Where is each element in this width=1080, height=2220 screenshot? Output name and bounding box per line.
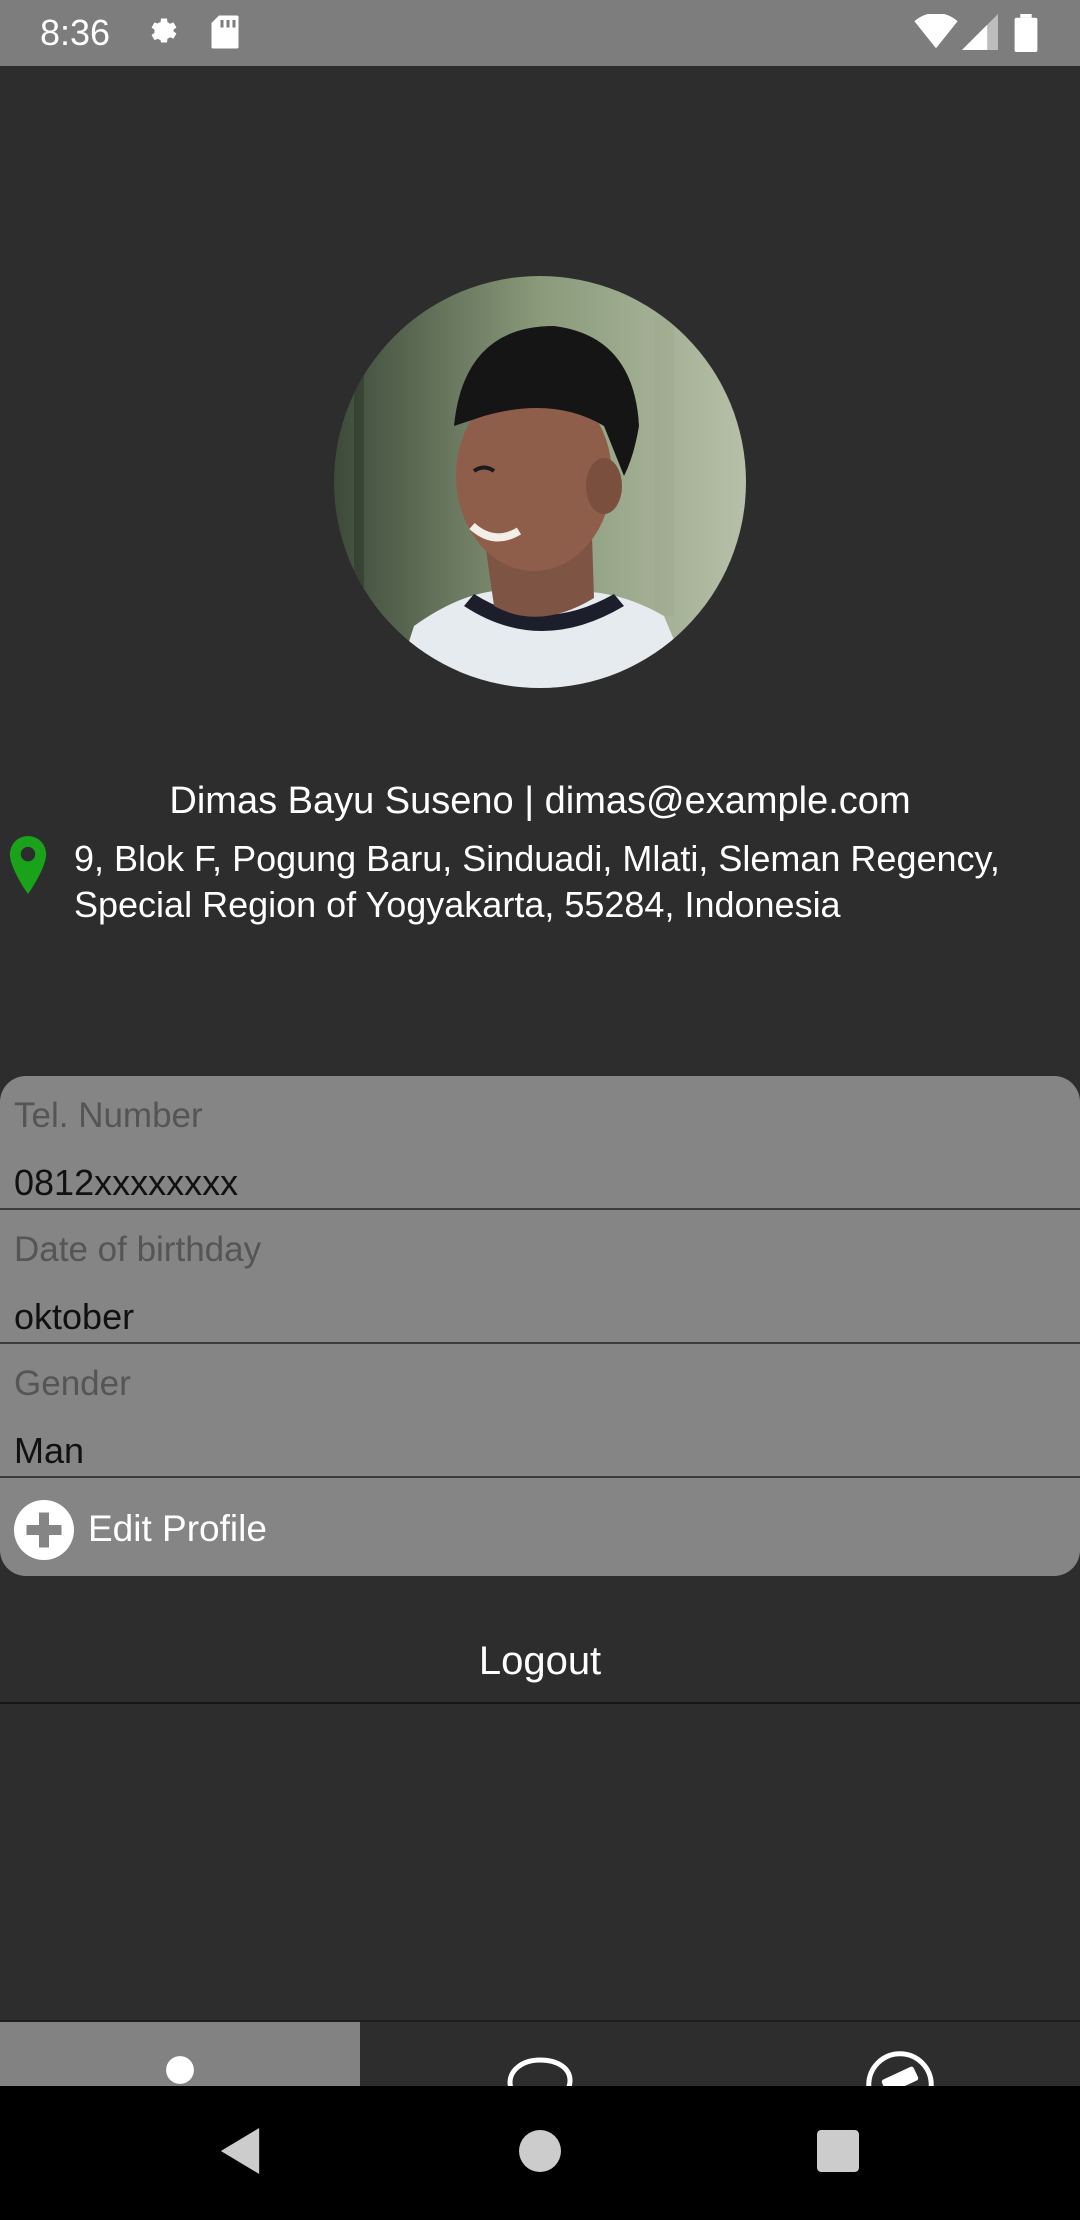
sd-card-icon xyxy=(210,14,240,55)
back-button[interactable] xyxy=(180,2086,300,2220)
wifi-icon xyxy=(914,12,958,55)
tel-number-field[interactable]: Tel. Number 0812xxxxxxxx xyxy=(0,1076,1080,1210)
edit-profile-button[interactable]: Edit Profile xyxy=(14,1500,414,1560)
field-label: Gender xyxy=(14,1364,131,1403)
location-pin-icon xyxy=(6,836,50,899)
field-value: 0812xxxxxxxx xyxy=(14,1162,239,1203)
system-nav-bar xyxy=(0,2086,1080,2220)
field-value: oktober xyxy=(14,1296,135,1337)
home-circle-icon xyxy=(519,2129,561,2177)
edit-profile-label: Edit Profile xyxy=(88,1508,267,1549)
signal-icon xyxy=(962,14,998,55)
field-label: Tel. Number xyxy=(14,1096,203,1135)
home-button[interactable] xyxy=(480,2086,600,2220)
plus-circle-icon xyxy=(14,1500,74,1565)
profile-info-card: Tel. Number 0812xxxxxxxx Date of birthda… xyxy=(0,1076,1080,1576)
settings-icon xyxy=(146,14,182,55)
user-name-email: Dimas Bayu Suseno | dimas@example.com xyxy=(169,780,911,822)
profile-screen: Dimas Bayu Suseno | dimas@example.com 9,… xyxy=(0,66,1080,2152)
gender-field[interactable]: Gender Man xyxy=(0,1344,1080,1478)
battery-icon xyxy=(1014,14,1038,57)
field-label: Date of birthday xyxy=(14,1230,262,1269)
address-text: 9, Blok F, Pogung Baru, Sinduadi, Mlati,… xyxy=(74,838,1000,925)
status-time: 8:36 xyxy=(40,12,111,53)
date-of-birthday-field[interactable]: Date of birthday oktober xyxy=(0,1210,1080,1344)
field-value: Man xyxy=(14,1430,85,1471)
logout-button[interactable]: Logout xyxy=(0,1596,1080,1704)
recents-square-icon xyxy=(817,2129,859,2177)
status-bar: 8:36 xyxy=(0,0,1080,66)
recents-button[interactable] xyxy=(778,2086,898,2220)
back-triangle-icon xyxy=(220,2127,260,2179)
avatar xyxy=(334,276,746,688)
